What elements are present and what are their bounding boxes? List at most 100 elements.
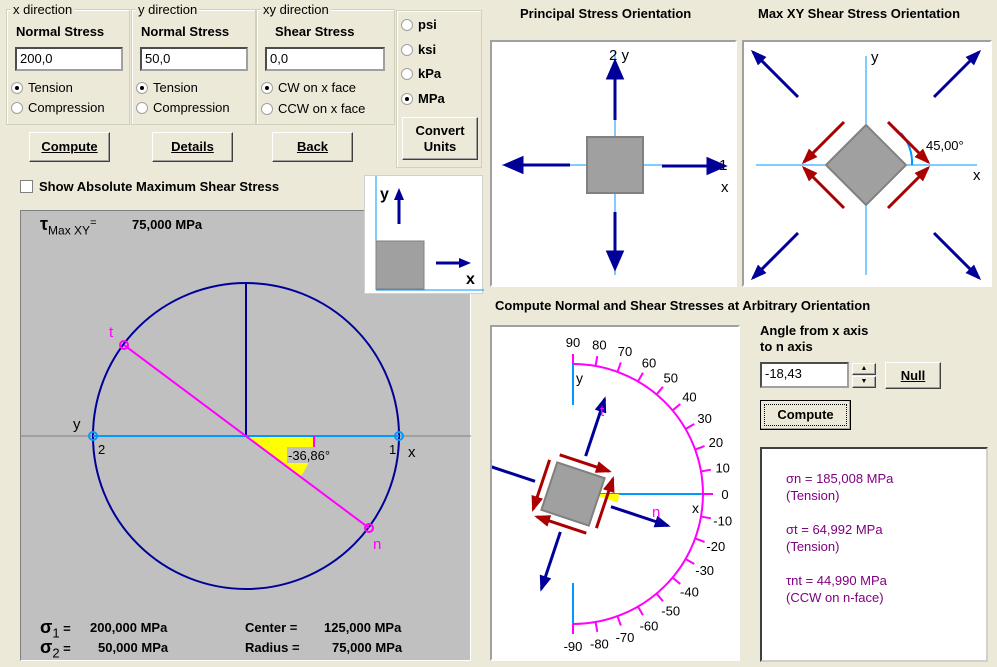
dial-tick-label: 20	[709, 435, 723, 450]
radio-label: Compression	[153, 100, 230, 115]
dial-tick	[594, 621, 599, 633]
arrow-head-icon	[459, 258, 471, 268]
x-normal-stress-input[interactable]: 200,0	[15, 47, 123, 71]
dial-tick-label: -80	[590, 637, 609, 652]
arrow-head-icon	[539, 574, 552, 592]
tau-subscript: Max XY	[48, 223, 91, 238]
y-tension-radio[interactable]: Tension	[136, 80, 198, 95]
ccw-radio[interactable]: CCW on x face	[261, 101, 365, 116]
label-y: y	[576, 370, 583, 386]
dial-tick	[671, 403, 681, 412]
dial-tick-label: 40	[682, 389, 696, 404]
dial-tick-label: -70	[616, 630, 635, 645]
dial-tick	[616, 362, 622, 373]
show-abs-max-label[interactable]: Show Absolute Maximum Shear Stress	[39, 179, 279, 194]
dial-tick	[637, 606, 644, 616]
dial-tick	[694, 445, 705, 451]
radio-label: Compression	[28, 100, 105, 115]
label-y: y	[73, 416, 81, 433]
radio-label: kPa	[418, 66, 442, 81]
show-abs-max-checkbox[interactable]	[20, 180, 33, 193]
dial-tick	[685, 558, 695, 565]
sigma-symbol: σ	[40, 617, 53, 637]
x-tension-radio[interactable]: Tension	[11, 80, 73, 95]
dial-tick	[616, 615, 622, 626]
tau-nt-result: τnt = 44,990 MPa	[786, 573, 887, 588]
dial-tick-label: 80	[592, 337, 606, 352]
radio-icon	[11, 81, 23, 94]
compute-button[interactable]: Compute	[29, 132, 110, 162]
radio-icon	[401, 92, 413, 105]
arbitrary-compute-button[interactable]: Compute	[760, 400, 851, 430]
arrow-head-icon	[502, 155, 524, 175]
shear-angle-label: 45,00°	[926, 138, 964, 153]
radio-icon	[261, 81, 273, 94]
sigma-symbol: σ	[40, 637, 53, 657]
tau-nt-note: (CCW on n-face)	[786, 590, 884, 605]
spin-down-button[interactable]: ▼	[852, 376, 876, 388]
principal-panel: 2 y 1 x	[490, 40, 737, 287]
axes-inset: y x	[364, 175, 484, 294]
dial-tick-label: -10	[713, 513, 732, 528]
back-button[interactable]: Back	[272, 132, 353, 162]
details-button[interactable]: Details	[152, 132, 233, 162]
unit-ksi-radio[interactable]: ksi	[401, 42, 436, 57]
inset-element	[375, 240, 425, 290]
convert-units-button[interactable]: Convert Units	[402, 117, 478, 160]
arrow-head-icon	[531, 494, 543, 513]
unit-mpa-radio[interactable]: MPa	[401, 91, 445, 106]
angle-input[interactable]: -18,43	[760, 362, 849, 388]
cw-radio[interactable]: CW on x face	[261, 80, 356, 95]
radius-label: Radius =	[245, 640, 300, 655]
label-x: x	[973, 167, 981, 184]
null-button[interactable]: Null	[885, 362, 941, 389]
label-2y: 2 y	[609, 47, 630, 64]
principal-element	[586, 136, 644, 194]
dial-tick	[594, 355, 599, 367]
sigma-t-note: (Tension)	[786, 539, 840, 554]
angle-label-1: Angle from x axis	[760, 323, 869, 338]
radio-icon	[401, 43, 413, 56]
dial-tick-label: -90	[564, 639, 583, 654]
radio-label: Tension	[28, 80, 73, 95]
arrow-head-icon	[605, 250, 625, 272]
principal-title: Principal Stress Orientation	[520, 6, 692, 21]
dial-tick-label: -40	[680, 585, 699, 600]
n-arrow-opposite	[477, 460, 536, 483]
tau-max-value: 75,000 MPa	[132, 217, 203, 232]
dial-tick	[637, 372, 644, 382]
y-normal-stress-label: Normal Stress	[141, 24, 230, 39]
group-title: xy direction	[261, 2, 331, 17]
dial-tick	[700, 515, 712, 520]
dial-tick-label: 10	[715, 461, 729, 476]
label-2: 2	[98, 442, 105, 457]
sigma2-label: σ2 =	[40, 637, 71, 661]
unit-psi-radio[interactable]: psi	[401, 17, 437, 32]
label-y: y	[871, 49, 879, 66]
y-compression-radio[interactable]: Compression	[136, 100, 230, 115]
dial-tick-label: 0	[721, 487, 728, 502]
sigma1-value: 200,000 MPa	[90, 620, 168, 635]
label-n: n	[373, 536, 381, 553]
sigma-subscript: 2	[52, 645, 60, 661]
x-normal-stress-label: Normal Stress	[16, 24, 105, 39]
arrow-head-icon	[394, 188, 404, 200]
sigma-n-note: (Tension)	[786, 488, 840, 503]
radio-icon	[11, 101, 23, 114]
radio-label: Tension	[153, 80, 198, 95]
y-normal-stress-input[interactable]: 50,0	[140, 47, 248, 71]
arrow-head-icon	[605, 58, 625, 80]
unit-kpa-radio[interactable]: kPa	[401, 66, 441, 81]
dial-tick	[671, 576, 681, 585]
x-compression-radio[interactable]: Compression	[11, 100, 105, 115]
arbitrary-panel: 90 80 70 60 50 40 30 20 10 0 -10 -20 -30 -40 -50 -60 -70…	[475, 325, 740, 661]
angle-label: -36,86°	[288, 448, 330, 463]
dial-tick-label: -50	[661, 603, 680, 618]
shear-stress-input[interactable]: 0,0	[265, 47, 385, 71]
radius-value: 75,000 MPa	[332, 640, 403, 655]
dial-tick-label: 60	[642, 355, 656, 370]
shear-element	[824, 123, 908, 207]
shear-stress-label: Shear Stress	[275, 24, 355, 39]
center-value: 125,000 MPa	[324, 620, 402, 635]
radio-label: psi	[418, 17, 437, 32]
